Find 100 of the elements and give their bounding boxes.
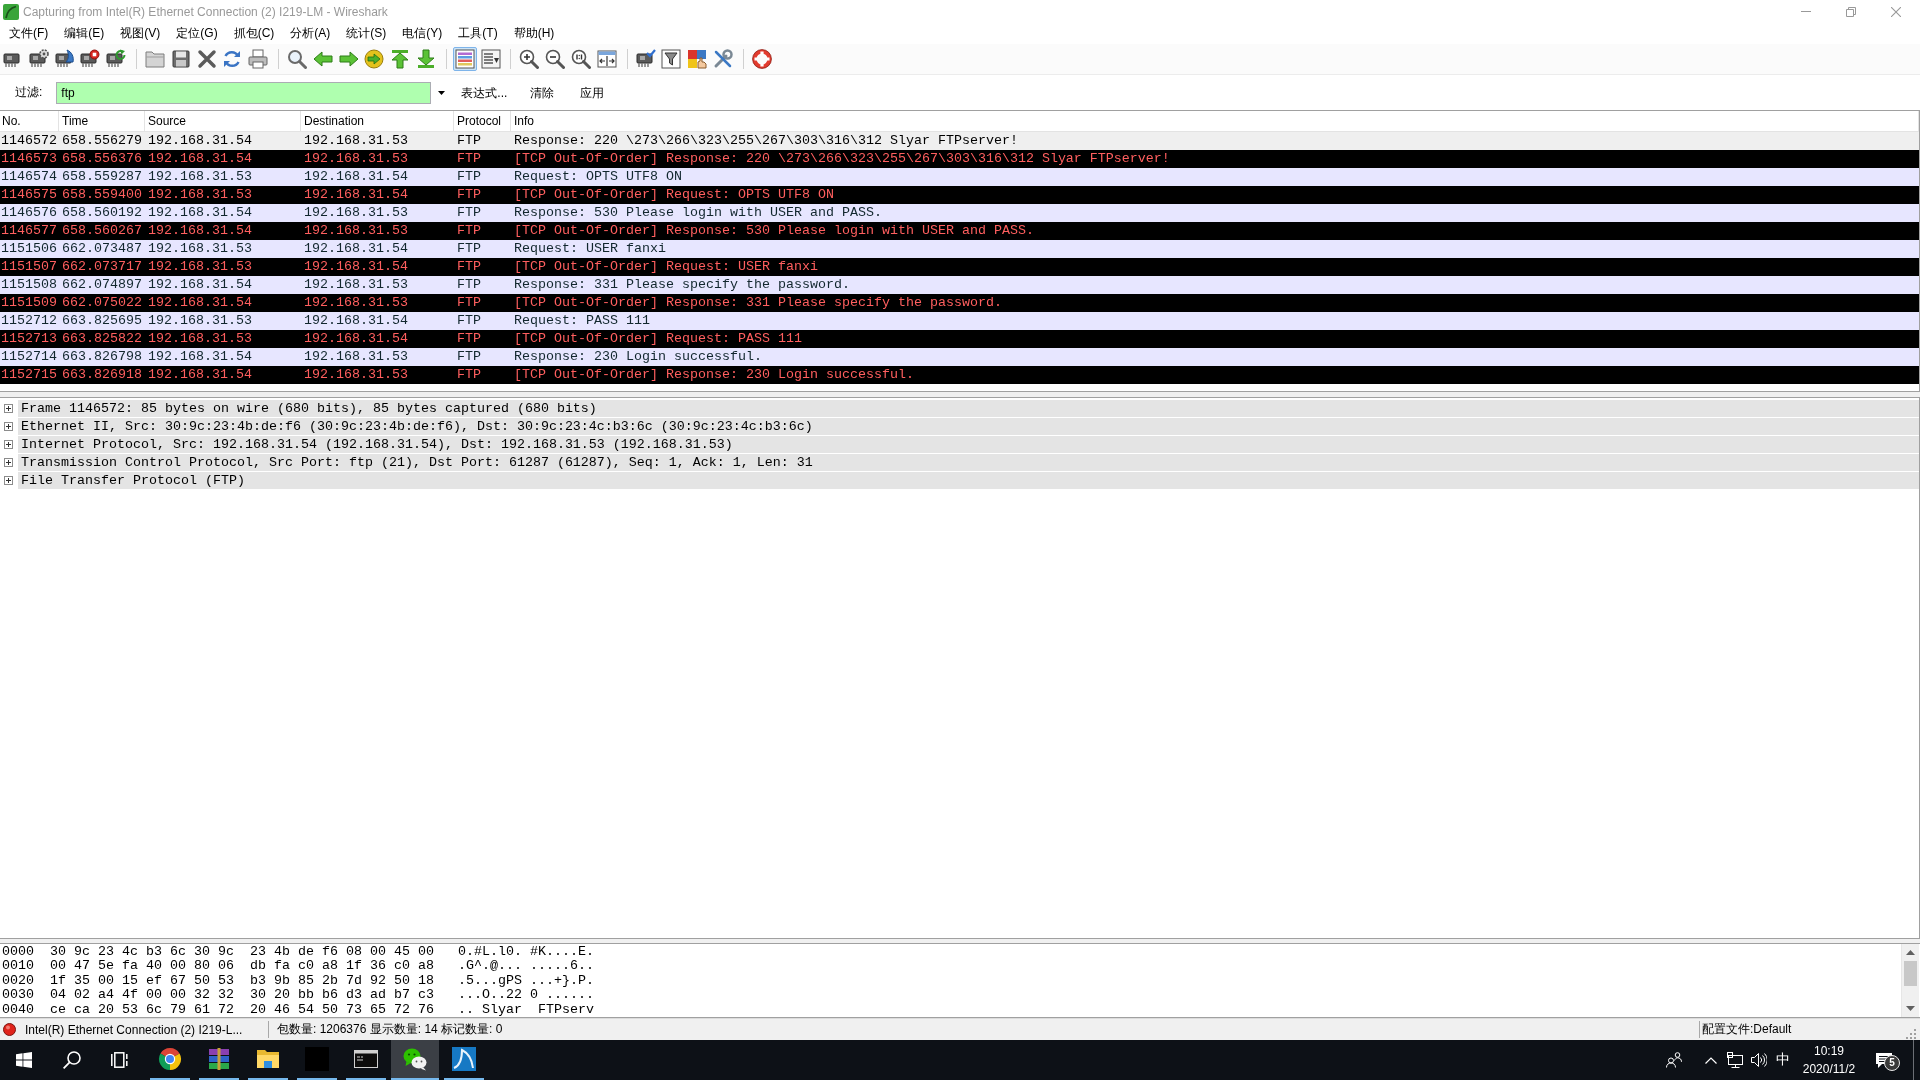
filter-input[interactable]: ftp bbox=[56, 81, 432, 104]
scrollbar[interactable] bbox=[1901, 944, 1919, 1017]
packet-row[interactable]: 1146577 658.560267 192.168.31.54 192.168.31.53 FTP [TCP Out-Of-Order] Response: 530 Please login with USER and PASS. bbox=[0, 222, 1919, 240]
clock-date[interactable]: 2020/11/2 bbox=[1802, 1060, 1856, 1078]
table-cell-text: FTP bbox=[456, 168, 481, 186]
plus-box-icon[interactable] bbox=[4, 458, 13, 467]
help-button[interactable] bbox=[749, 47, 774, 71]
profile-label[interactable]: 配置文件:Default bbox=[1702, 1022, 1792, 1036]
menu-item[interactable]: 文件(F) bbox=[1, 24, 57, 43]
table-cell-text: FTP bbox=[456, 186, 481, 204]
column-header[interactable]: Time bbox=[59, 111, 145, 131]
packet-row[interactable]: 1146574 658.559287 192.168.31.53 192.168.31.54 FTP Request: OPTS UTF8 ON bbox=[0, 168, 1919, 186]
scroll-thumb[interactable] bbox=[1904, 961, 1917, 986]
go-to-button[interactable] bbox=[362, 47, 387, 71]
menu-item[interactable]: 电信(Y) bbox=[394, 24, 451, 43]
network-card-stop-icon bbox=[80, 49, 101, 69]
ascii-text: .5...gPS ...+}.P. bbox=[457, 973, 594, 989]
plus-box-icon[interactable] bbox=[4, 440, 13, 449]
table-cell-text: FTP bbox=[456, 312, 481, 330]
menu-item[interactable]: 统计(S) bbox=[338, 24, 395, 43]
lifebuoy-icon bbox=[751, 49, 772, 69]
scroll-down-icon[interactable] bbox=[1906, 1006, 1915, 1011]
colorize-button[interactable] bbox=[452, 47, 477, 71]
zoom-out-button[interactable] bbox=[543, 47, 568, 71]
resize-columns-button[interactable] bbox=[594, 47, 619, 71]
window-title: Capturing from Intel(R) Ethernet Connection (2) I219-LM - Wireshark bbox=[23, 4, 388, 19]
column-header[interactable]: Info bbox=[511, 111, 1919, 131]
print-button[interactable] bbox=[246, 47, 271, 71]
network-icon[interactable] bbox=[1727, 1052, 1743, 1068]
column-header[interactable]: No. bbox=[0, 111, 59, 131]
plus-box-icon[interactable] bbox=[4, 422, 13, 431]
table-cell-text: 662.075022 bbox=[61, 294, 142, 312]
table-cell: 1146572 bbox=[0, 132, 57, 150]
table-cell-text: [TCP Out-Of-Order] Request: USER fanxi bbox=[513, 258, 818, 276]
table-cell-text: Request: USER fanxi bbox=[513, 240, 666, 258]
table-cell-text: Request: PASS 111 bbox=[513, 312, 650, 330]
packet-row[interactable]: 1151508 662.074897 192.168.31.54 192.168.31.53 FTP Response: 331 Please specify the password. bbox=[0, 276, 1919, 294]
clock-time[interactable]: 10:19 bbox=[1814, 1042, 1844, 1060]
menu-item[interactable]: 帮助(H) bbox=[505, 24, 563, 43]
tree-item[interactable]: File Transfer Protocol (FTP) bbox=[18, 472, 245, 489]
status-dot-icon[interactable] bbox=[3, 1023, 16, 1036]
menu-item[interactable]: 抓包(C) bbox=[225, 24, 283, 43]
table-cell-text: 192.168.31.53 bbox=[303, 204, 408, 222]
list-scroll-icon bbox=[480, 49, 501, 69]
table-cell-text: FTP bbox=[456, 348, 481, 366]
packet-row[interactable]: 1151506 662.073487 192.168.31.53 192.168.31.54 FTP Request: USER fanxi bbox=[0, 240, 1919, 258]
packet-row[interactable]: 1152714 663.826798 192.168.31.54 192.168.31.53 FTP Response: 230 Login successful. bbox=[0, 348, 1919, 366]
display-filter-button[interactable] bbox=[659, 47, 684, 71]
menu-item[interactable]: 定位(G) bbox=[168, 24, 226, 43]
table-cell-text: 192.168.31.53 bbox=[303, 348, 408, 366]
table-cell-text: [TCP Out-Of-Order] Response: 230 Login successful. bbox=[513, 366, 914, 384]
packet-row[interactable]: 1152715 663.826918 192.168.31.54 192.168.31.53 FTP [TCP Out-Of-Order] Response: 230 Login successful. bbox=[0, 366, 1919, 384]
down-arrow-bar-icon bbox=[415, 49, 436, 69]
column-header[interactable]: Destination bbox=[301, 111, 454, 131]
ime-indicator[interactable]: 中 bbox=[1776, 1051, 1790, 1069]
table-cell-text: 192.168.31.54 bbox=[303, 312, 408, 330]
chat-bubbles-icon bbox=[403, 1047, 427, 1071]
column-header[interactable]: Protocol bbox=[454, 111, 511, 131]
packet-row[interactable]: 1146572 658.556279 192.168.31.54 192.168.31.53 FTP Response: 220 \273\266\323\255\267\303\316\312 Slyar FTPserver! bbox=[0, 132, 1919, 150]
table-cell-text: 192.168.31.53 bbox=[303, 276, 408, 294]
packet-row[interactable]: 1146575 658.559400 192.168.31.53 192.168.31.54 FTP [TCP Out-Of-Order] Request: OPTS UTF8 ON bbox=[0, 186, 1919, 204]
table-cell-text: 192.168.31.54 bbox=[147, 132, 252, 150]
zoom-in-button[interactable] bbox=[517, 47, 542, 71]
plus-box-icon[interactable] bbox=[4, 476, 13, 485]
column-header[interactable]: Source bbox=[145, 111, 301, 131]
plus-box-icon[interactable] bbox=[4, 404, 13, 413]
chevron-up-icon[interactable] bbox=[1705, 1056, 1717, 1064]
autoscroll-button[interactable] bbox=[478, 47, 503, 71]
close-icon bbox=[1890, 6, 1901, 17]
volume-icon[interactable] bbox=[1751, 1052, 1767, 1068]
table-cell-text: 192.168.31.53 bbox=[303, 132, 408, 150]
table-cell-text: Response: 230 Login successful. bbox=[513, 348, 762, 366]
scroll-up-icon[interactable] bbox=[1906, 950, 1915, 955]
expression-button[interactable]: 表达式... bbox=[453, 81, 516, 104]
table-cell-text: 192.168.31.54 bbox=[303, 186, 408, 204]
coloring-rules-button[interactable] bbox=[685, 47, 710, 71]
byte-offset: 0000 bbox=[2, 945, 34, 960]
packet-row[interactable]: 1152713 663.825822 192.168.31.53 192.168.31.54 FTP [TCP Out-Of-Order] Request: PASS 111 bbox=[0, 330, 1919, 348]
packet-row[interactable]: 1146573 658.556376 192.168.31.54 192.168.31.53 FTP [TCP Out-Of-Order] Response: 220 \273\266\323\255\267\303\316\312 Slyar FTPserver! bbox=[0, 150, 1919, 168]
table-cell-text: 192.168.31.54 bbox=[303, 168, 408, 186]
menu-item[interactable]: 工具(T) bbox=[450, 24, 506, 43]
left-arrow-icon bbox=[312, 49, 333, 69]
table-cell-text: 662.073717 bbox=[61, 258, 142, 276]
table-cell-text: 192.168.31.53 bbox=[303, 150, 408, 168]
apply-button[interactable]: 应用 bbox=[569, 81, 616, 104]
network-card-check-icon bbox=[635, 49, 656, 69]
clear-button[interactable]: 清除 bbox=[519, 81, 566, 104]
funnel-box-icon bbox=[661, 49, 682, 69]
packet-row[interactable]: 1151509 662.075022 192.168.31.54 192.168.31.53 FTP [TCP Out-Of-Order] Response: 331 Please specify the password. bbox=[0, 294, 1919, 312]
taskbar-button[interactable] bbox=[391, 1040, 439, 1080]
table-cell: 1146576 bbox=[0, 204, 57, 222]
packet-row[interactable]: 1152712 663.825695 192.168.31.53 192.168.31.54 FTP Request: PASS 111 bbox=[0, 312, 1919, 330]
ascii-text: ...O..22 0 ...... bbox=[457, 988, 594, 1003]
people-icon[interactable] bbox=[1666, 1052, 1682, 1068]
packet-row[interactable]: 1151507 662.073717 192.168.31.53 192.168.31.54 FTP [TCP Out-Of-Order] Request: USER fanxi bbox=[0, 258, 1919, 276]
menu-item[interactable]: 分析(A) bbox=[282, 24, 339, 43]
menu-item[interactable]: 视图(V) bbox=[112, 24, 169, 43]
packet-row[interactable]: 1146576 658.560192 192.168.31.54 192.168.31.53 FTP Response: 530 Please login with USER and PASS. bbox=[0, 204, 1919, 222]
size-grip-icon[interactable] bbox=[1906, 1028, 1916, 1039]
menu-item[interactable]: 编辑(E) bbox=[56, 24, 113, 43]
